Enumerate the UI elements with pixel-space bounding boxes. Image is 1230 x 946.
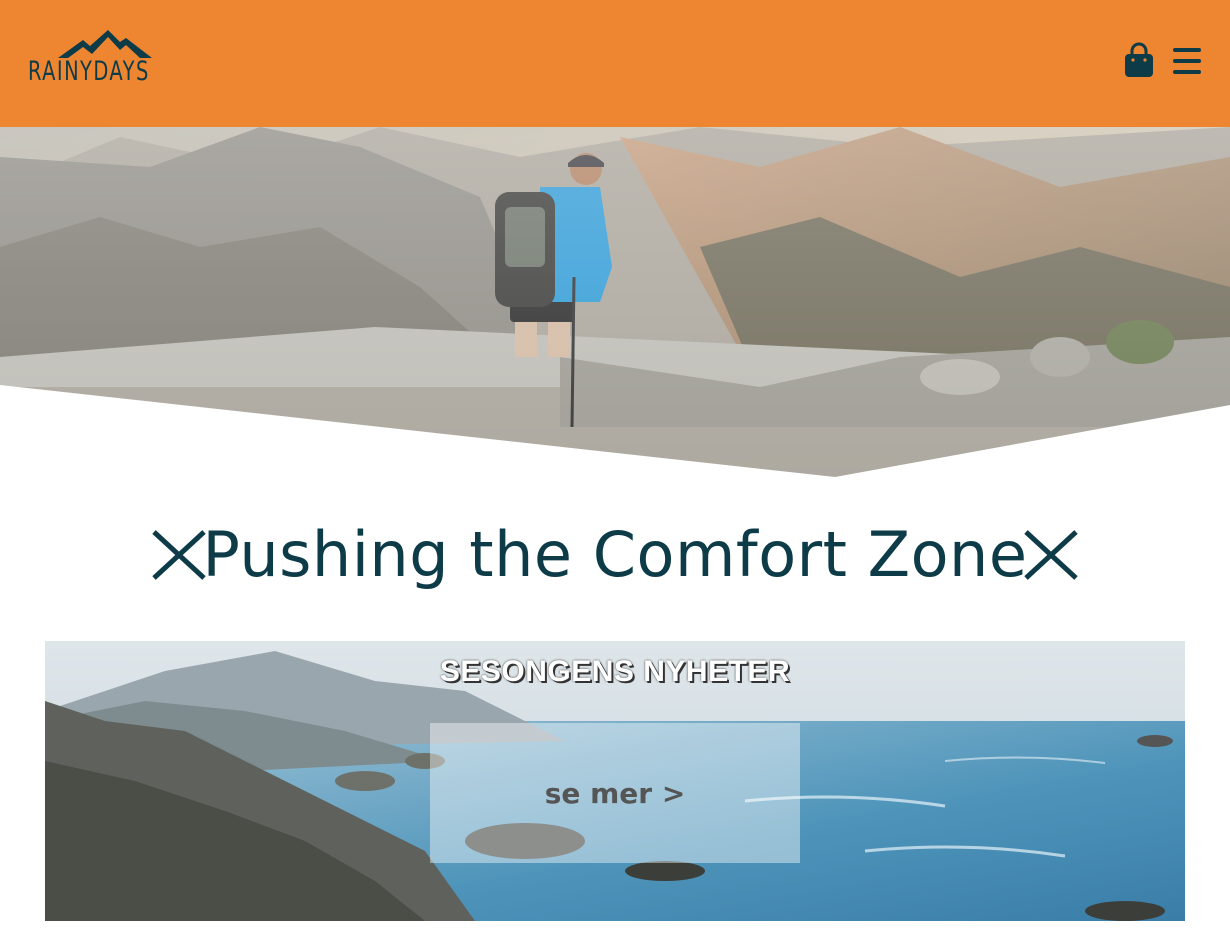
promo-title: SESONGENS NYHETER	[439, 655, 791, 688]
shopping-bag-icon	[1125, 42, 1153, 77]
hamburger-menu-icon	[1173, 48, 1201, 74]
cross-icon	[1024, 530, 1078, 580]
rainydays-logo[interactable]: RAINYDAYS	[28, 28, 184, 88]
logo-text: RAINYDAYS	[28, 56, 150, 87]
cart-button[interactable]	[1123, 42, 1155, 80]
headline-section: Pushing the Comfort Zone	[0, 512, 1230, 602]
site-header: RAINYDAYS	[0, 0, 1230, 127]
hero-banner	[0, 127, 1230, 487]
hero-image	[0, 127, 1230, 487]
see-more-label: se mer >	[544, 776, 686, 810]
menu-button[interactable]	[1171, 46, 1203, 76]
see-more-button[interactable]: se mer >	[430, 723, 800, 863]
season-news-banner[interactable]: SESONGENS NYHETER se mer >	[45, 641, 1185, 921]
